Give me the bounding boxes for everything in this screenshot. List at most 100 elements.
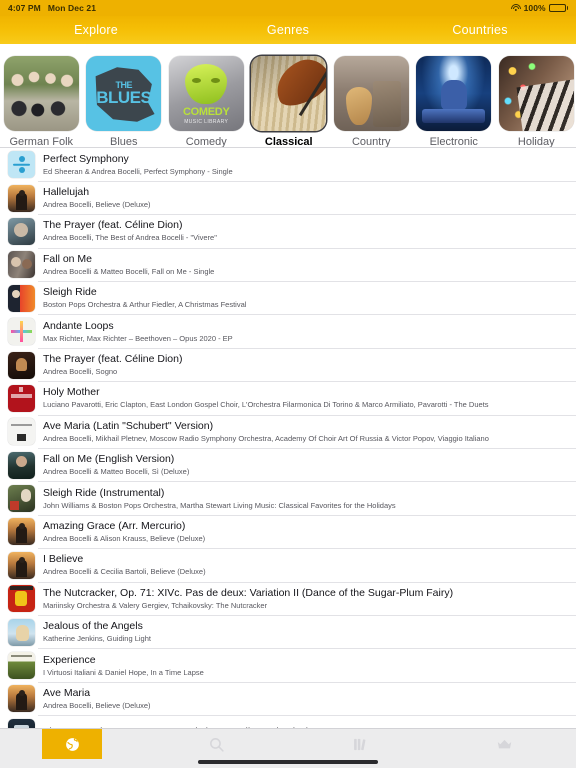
song-row[interactable]: I Believe Andrea Bocelli & Cecilia Bartol… [0, 549, 576, 583]
album-artwork [8, 485, 35, 513]
battery-percent-label: 100% [523, 3, 546, 13]
song-row[interactable]: Andante Loops Max Richter, Max Richter – … [0, 315, 576, 349]
album-artwork [8, 318, 35, 346]
song-row[interactable]: Sleigh Ride Boston Pops Orchestra & Arthu… [0, 282, 576, 316]
album-artwork [8, 217, 35, 245]
song-title: I Believe [43, 553, 84, 566]
genre-label: Blues [109, 136, 138, 148]
tab-premium[interactable] [432, 729, 576, 759]
album-artwork [8, 518, 35, 546]
tab-search[interactable] [144, 729, 288, 759]
album-artwork [8, 451, 35, 479]
genre-artwork: COMEDY MUSIC LIBRARY [168, 56, 244, 131]
song-meta: The Prayer (feat. Céline Dion) Andrea Boc… [43, 353, 182, 377]
song-row[interactable]: The Nutcracker, Op. 71: XIVc. Pas de deu… [0, 582, 576, 616]
song-subtitle: John Williams & Boston Pops Orchestra, M… [43, 500, 396, 510]
song-meta: The Nutcracker, Op. 71: XIVc. Pas de deu… [43, 587, 453, 611]
genre-label: Comedy [185, 136, 227, 148]
crown-icon [474, 729, 534, 759]
album-artwork [8, 151, 35, 179]
song-subtitle: Katherine Jenkins, Guiding Light [43, 634, 151, 644]
song-list[interactable]: Perfect Symphony Ed Sheeran & Andrea Boce… [0, 148, 576, 728]
genre-card-holiday[interactable]: Holiday [495, 52, 576, 148]
tab-library[interactable] [288, 729, 432, 759]
song-subtitle: Andrea Bocelli, Sogno [43, 367, 118, 377]
song-meta: Perfect Symphony Ed Sheeran & Andrea Boce… [43, 153, 233, 177]
song-meta: Amazing Grace (Arr. Mercurio) Andrea Boce… [43, 520, 205, 544]
song-row[interactable]: Holy Mother Luciano Pavarotti, Eric Clapt… [0, 382, 576, 416]
song-subtitle: Andrea Bocelli & Cecilia Bartoli, Believ… [43, 567, 206, 577]
song-subtitle: Boston Pops Orchestra & Arthur Fiedler, … [43, 300, 247, 310]
album-artwork [8, 551, 35, 579]
top-nav-item-explore[interactable]: Explore [0, 23, 192, 37]
song-subtitle: Andrea Bocelli, Believe (Deluxe) [43, 700, 151, 710]
song-meta: Holy Mother Luciano Pavarotti, Eric Clapt… [43, 386, 489, 410]
song-title: Jealous of the Angels [43, 620, 143, 633]
song-row[interactable]: Hallelujah Andrea Bocelli, Believe (Delux… [0, 181, 576, 216]
genre-label: German Folk [9, 136, 74, 148]
song-title: Ave Maria (Latin "Schubert" Version) [43, 419, 214, 432]
album-artwork [8, 418, 35, 446]
song-row[interactable]: The Prayer (feat. Céline Dion) Andrea Boc… [0, 348, 576, 383]
genre-card-country[interactable]: Country [330, 52, 413, 148]
song-row[interactable]: Amazing Grace (Arr. Mercurio) Andrea Boce… [0, 515, 576, 550]
comedy-art-subtitle: MUSIC LIBRARY [184, 119, 229, 125]
song-row[interactable]: Fall on Me (English Version) Andrea Bocel… [0, 449, 576, 483]
album-artwork [8, 718, 35, 728]
album-artwork [8, 251, 35, 279]
tab-explore[interactable] [0, 729, 144, 759]
song-title: Andante Loops [43, 319, 114, 332]
song-title: Ave Maria [43, 686, 91, 699]
genre-card-german-folk[interactable]: German Folk [0, 52, 83, 148]
genre-card-classical[interactable]: Classical [248, 52, 331, 148]
song-title: Hallelujah [43, 186, 90, 199]
genre-card-blues[interactable]: THE BLUES Blues [83, 52, 166, 148]
song-row[interactable]: Experience I Virtuosi Italiani & Daniel H… [0, 649, 576, 683]
genre-card-comedy[interactable]: COMEDY MUSIC LIBRARY Comedy [165, 52, 248, 148]
genre-carousel[interactable]: German Folk THE BLUES Blues COMEDY MUSIC LIBR… [0, 44, 576, 148]
album-artwork [8, 384, 35, 412]
genre-card-electronic[interactable]: Electronic [413, 52, 496, 148]
status-bar: 4:07 PM Mon Dec 21 100% [0, 0, 576, 16]
genre-label: Holiday [517, 136, 555, 148]
song-row[interactable]: The Prayer (feat. Céline Dion) Andrea Boc… [0, 215, 576, 249]
song-row[interactable]: The Nutcracker, Op. 71: III. March (Temp… [0, 716, 576, 728]
song-meta: Jealous of the Angels Katherine Jenkins, … [43, 620, 151, 644]
song-subtitle: Mariinsky Orchestra & Valery Gergiev, Tc… [43, 600, 268, 610]
song-row[interactable]: Ave Maria (Latin "Schubert" Version) Andr… [0, 415, 576, 449]
song-subtitle: Andrea Bocelli, Mikhail Pletnev, Moscow … [43, 433, 489, 443]
album-artwork [8, 685, 35, 713]
song-title: The Prayer (feat. Céline Dion) [43, 219, 183, 232]
app-root: 4:07 PM Mon Dec 21 100% Explore Genres C… [0, 0, 576, 768]
genre-artwork [251, 56, 327, 131]
song-meta: Ave Maria (Latin "Schubert" Version) Andr… [43, 420, 489, 444]
song-title: Fall on Me [43, 252, 93, 265]
bottom-tab-bar [0, 728, 576, 768]
song-subtitle: Andrea Bocelli & Matteo Bocelli, Sì (Del… [43, 467, 190, 477]
song-row[interactable]: Ave Maria Andrea Bocelli, Believe (Deluxe… [0, 682, 576, 717]
status-bar-left: 4:07 PM Mon Dec 21 [8, 3, 96, 13]
song-meta: Experience I Virtuosi Italiani & Daniel H… [43, 654, 204, 678]
song-title: Fall on Me (English Version) [43, 453, 175, 466]
blues-art-line2: BLUES [96, 87, 152, 107]
song-row[interactable]: Perfect Symphony Ed Sheeran & Andrea Boce… [0, 148, 576, 182]
battery-icon [548, 4, 568, 12]
genre-artwork [416, 56, 492, 131]
song-meta: Fall on Me (English Version) Andrea Bocel… [43, 453, 189, 477]
song-row[interactable]: Jealous of the Angels Katherine Jenkins, … [0, 615, 576, 650]
genre-artwork: THE BLUES [86, 56, 162, 131]
song-meta: Sleigh Ride (Instrumental) John Williams … [43, 487, 396, 511]
song-row[interactable]: Fall on Me Andrea Bocelli & Matteo Bocell… [0, 248, 576, 282]
theater-mask-icon [185, 64, 228, 104]
album-artwork [8, 184, 35, 212]
wifi-icon [510, 4, 521, 12]
globe-icon [42, 729, 102, 759]
top-nav-item-countries[interactable]: Countries [384, 23, 576, 37]
top-nav-item-genres[interactable]: Genres [192, 23, 384, 37]
song-row[interactable]: Sleigh Ride (Instrumental) John Williams … [0, 482, 576, 516]
top-nav: Explore Genres Countries [0, 16, 576, 44]
song-meta: The Prayer (feat. Céline Dion) Andrea Boc… [43, 219, 217, 243]
song-meta: I Believe Andrea Bocelli & Cecilia Bartol… [43, 553, 206, 577]
song-meta: Fall on Me Andrea Bocelli & Matteo Bocell… [43, 253, 214, 277]
song-title: The Prayer (feat. Céline Dion) [43, 353, 183, 366]
